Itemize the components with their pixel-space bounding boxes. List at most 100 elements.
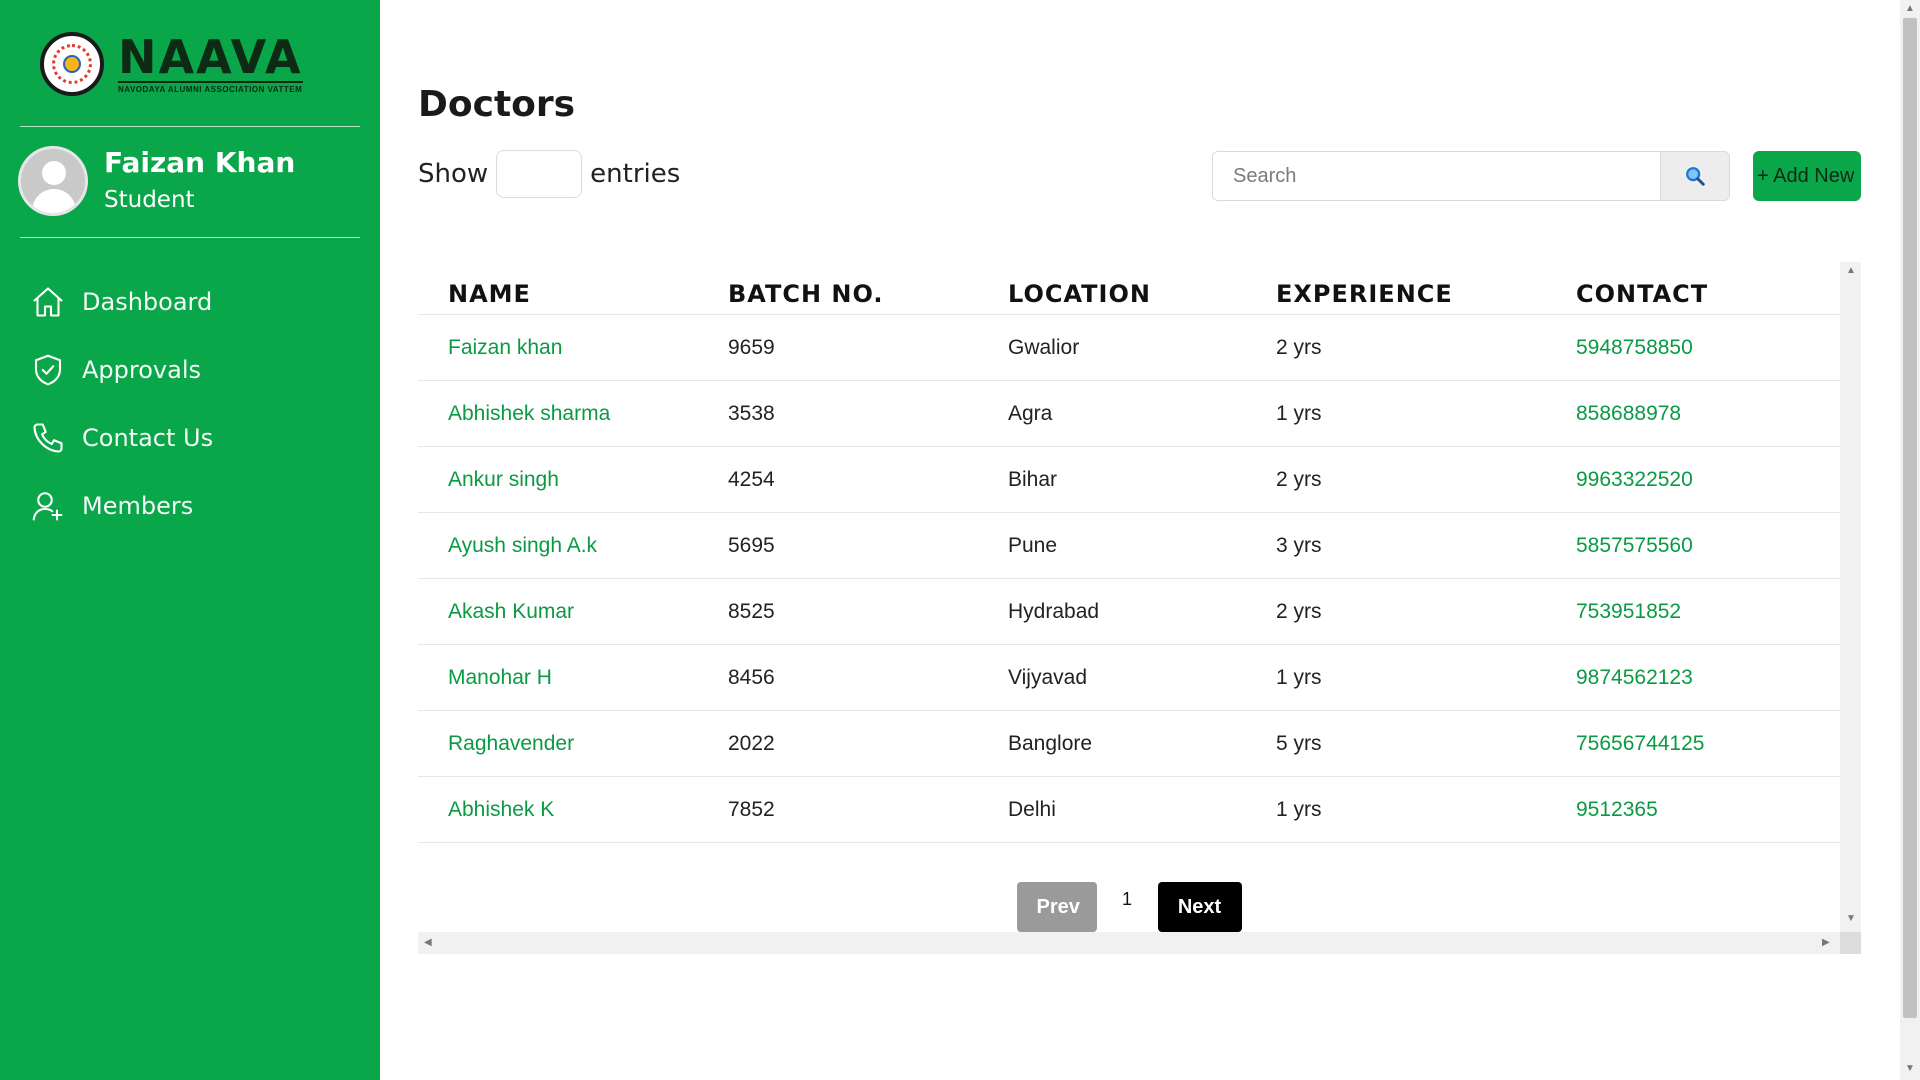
cell-location: Delhi bbox=[1008, 776, 1276, 843]
cell-location: Agra bbox=[1008, 380, 1276, 447]
cell-batch: 7852 bbox=[728, 776, 1008, 843]
doctors-table: NAME BATCH NO. LOCATION EXPERIENCE CONTA… bbox=[418, 262, 1840, 843]
cell-experience: 2 yrs bbox=[1276, 578, 1576, 645]
cell-batch: 8525 bbox=[728, 578, 1008, 645]
cell-name[interactable]: Raghavender bbox=[418, 710, 728, 777]
brand-logo[interactable]: NAAVA NAVODAYA ALUMNI ASSOCIATION VATTEM bbox=[40, 30, 340, 98]
scroll-left-icon[interactable]: ◀ bbox=[424, 938, 432, 948]
sidebar-divider bbox=[20, 126, 360, 127]
cell-experience: 1 yrs bbox=[1276, 380, 1576, 447]
profile-name: Faizan Khan bbox=[104, 146, 296, 179]
cell-contact[interactable]: 75656744125 bbox=[1576, 710, 1840, 777]
cell-location: Pune bbox=[1008, 512, 1276, 579]
sidebar-item-label: Members bbox=[82, 492, 194, 520]
column-header-name[interactable]: NAME bbox=[418, 262, 728, 315]
current-page-number[interactable]: 1 bbox=[1097, 889, 1158, 910]
profile-role: Student bbox=[104, 187, 195, 213]
shield-check-icon bbox=[34, 354, 62, 386]
entries-label: entries bbox=[590, 159, 681, 189]
cell-batch: 3538 bbox=[728, 380, 1008, 447]
cell-batch: 8456 bbox=[728, 644, 1008, 711]
avatar[interactable] bbox=[18, 146, 88, 216]
entries-count-input[interactable] bbox=[496, 150, 583, 198]
cell-experience: 3 yrs bbox=[1276, 512, 1576, 579]
cell-experience: 1 yrs bbox=[1276, 776, 1576, 843]
cell-location: Gwalior bbox=[1008, 314, 1276, 381]
cell-location: Banglore bbox=[1008, 710, 1276, 777]
brand-name: NAAVA bbox=[118, 29, 303, 84]
sidebar: NAAVA NAVODAYA ALUMNI ASSOCIATION VATTEM… bbox=[0, 0, 380, 1080]
doctors-table-container: NAME BATCH NO. LOCATION EXPERIENCE CONTA… bbox=[418, 262, 1861, 954]
entries-control: Show entries bbox=[418, 150, 680, 198]
sidebar-item-approvals[interactable]: Approvals bbox=[30, 336, 213, 404]
column-header-batch[interactable]: BATCH NO. bbox=[728, 262, 1008, 315]
user-profile: Faizan Khan Student bbox=[18, 146, 295, 216]
cell-location: Vijyavad bbox=[1008, 644, 1276, 711]
cell-batch: 4254 bbox=[728, 446, 1008, 513]
cell-experience: 1 yrs bbox=[1276, 644, 1576, 711]
table-row: Manohar H 8456 Vijyavad 1 yrs 9874562123 bbox=[418, 644, 1840, 711]
prev-page-button[interactable]: Prev bbox=[1016, 882, 1097, 932]
search-button[interactable] bbox=[1660, 152, 1729, 200]
sidebar-divider bbox=[20, 237, 360, 238]
table-row: Abhishek K 7852 Delhi 1 yrs 9512365 bbox=[418, 776, 1840, 843]
cell-experience: 2 yrs bbox=[1276, 446, 1576, 513]
scroll-right-icon[interactable]: ▶ bbox=[1822, 938, 1830, 948]
next-page-button[interactable]: Next bbox=[1157, 882, 1242, 932]
cell-batch: 5695 bbox=[728, 512, 1008, 579]
table-vertical-scrollbar[interactable]: ▲ ▼ bbox=[1840, 262, 1861, 932]
cell-contact[interactable]: 753951852 bbox=[1576, 578, 1840, 645]
cell-contact[interactable]: 9512365 bbox=[1576, 776, 1840, 843]
column-header-location[interactable]: LOCATION bbox=[1008, 262, 1276, 315]
cell-location: Hydrabad bbox=[1008, 578, 1276, 645]
sidebar-item-contact-us[interactable]: Contact Us bbox=[30, 404, 213, 472]
column-header-experience[interactable]: EXPERIENCE bbox=[1276, 262, 1576, 315]
phone-icon bbox=[33, 423, 63, 453]
cell-name[interactable]: Ankur singh bbox=[418, 446, 728, 513]
sidebar-item-label: Dashboard bbox=[82, 288, 213, 316]
show-label: Show bbox=[418, 159, 489, 189]
page-scroll-thumb[interactable] bbox=[1903, 18, 1917, 1018]
user-add-icon bbox=[32, 492, 63, 521]
search-box bbox=[1212, 151, 1730, 201]
cell-name[interactable]: Manohar H bbox=[418, 644, 728, 711]
scroll-up-icon[interactable]: ▲ bbox=[1846, 266, 1856, 276]
sidebar-item-label: Contact Us bbox=[82, 424, 214, 452]
sidebar-item-members[interactable]: Members bbox=[30, 472, 213, 540]
cell-contact[interactable]: 5948758850 bbox=[1576, 314, 1840, 381]
cell-name[interactable]: Akash Kumar bbox=[418, 578, 728, 645]
brand-wordmark: NAAVA NAVODAYA ALUMNI ASSOCIATION VATTEM bbox=[118, 29, 303, 94]
cell-batch: 9659 bbox=[728, 314, 1008, 381]
main-content: Doctors Show entries + Add New NAME BATC… bbox=[380, 0, 1900, 1080]
home-icon bbox=[33, 287, 63, 317]
cell-contact[interactable]: 858688978 bbox=[1576, 380, 1840, 447]
table-horizontal-scrollbar[interactable]: ◀ ▶ bbox=[418, 932, 1840, 954]
column-header-contact[interactable]: CONTACT bbox=[1576, 262, 1840, 315]
table-row: Faizan khan 9659 Gwalior 2 yrs 594875885… bbox=[418, 314, 1840, 381]
cell-contact[interactable]: 9963322520 bbox=[1576, 446, 1840, 513]
pagination: Prev 1 Next bbox=[418, 882, 1840, 932]
cell-name[interactable]: Abhishek sharma bbox=[418, 380, 728, 447]
page-scroll-up-icon[interactable]: ▲ bbox=[1905, 4, 1915, 14]
table-header-row: NAME BATCH NO. LOCATION EXPERIENCE CONTA… bbox=[418, 262, 1840, 315]
scrollbar-corner bbox=[1840, 932, 1861, 954]
cell-contact[interactable]: 9874562123 bbox=[1576, 644, 1840, 711]
table-row: Abhishek sharma 3538 Agra 1 yrs 85868897… bbox=[418, 380, 1840, 447]
search-input[interactable] bbox=[1213, 152, 1660, 200]
add-new-button[interactable]: + Add New bbox=[1753, 151, 1861, 201]
table-row: Raghavender 2022 Banglore 5 yrs 75656744… bbox=[418, 710, 1840, 777]
cell-location: Bihar bbox=[1008, 446, 1276, 513]
cell-experience: 2 yrs bbox=[1276, 314, 1576, 381]
scroll-down-icon[interactable]: ▼ bbox=[1846, 914, 1856, 924]
table-row: Ayush singh A.k 5695 Pune 3 yrs 58575755… bbox=[418, 512, 1840, 579]
magnifier-icon bbox=[1686, 167, 1705, 186]
sidebar-item-label: Approvals bbox=[82, 356, 201, 384]
cell-name[interactable]: Abhishek K bbox=[418, 776, 728, 843]
table-row: Akash Kumar 8525 Hydrabad 2 yrs 75395185… bbox=[418, 578, 1840, 645]
page-scroll-down-icon[interactable]: ▼ bbox=[1905, 1064, 1915, 1074]
cell-contact[interactable]: 5857575560 bbox=[1576, 512, 1840, 579]
cell-name[interactable]: Faizan khan bbox=[418, 314, 728, 381]
table-scroll-area[interactable]: NAME BATCH NO. LOCATION EXPERIENCE CONTA… bbox=[418, 262, 1840, 932]
cell-name[interactable]: Ayush singh A.k bbox=[418, 512, 728, 579]
sidebar-item-dashboard[interactable]: Dashboard bbox=[30, 268, 213, 336]
